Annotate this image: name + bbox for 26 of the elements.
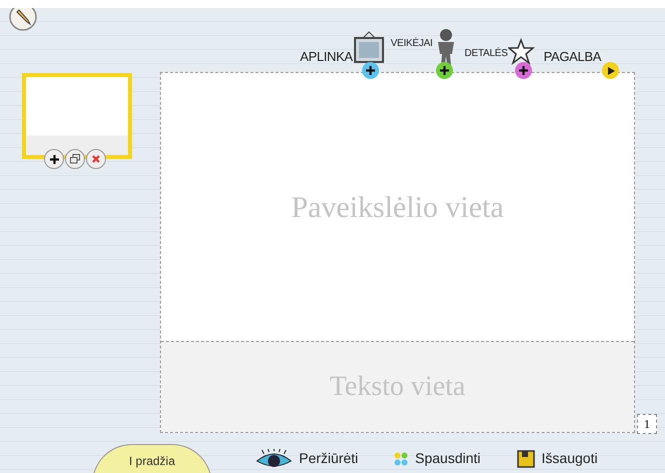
delete-slide-button[interactable] xyxy=(86,149,106,169)
add-button[interactable] xyxy=(436,62,453,79)
duplicate-slide-button[interactable] xyxy=(65,149,85,169)
save-button[interactable]: Išsaugoti xyxy=(516,448,598,469)
print-button[interactable]: Spausdinti xyxy=(394,448,481,469)
dots-icon xyxy=(394,452,408,466)
nav-link[interactable]: VEIKĖJAI xyxy=(390,36,433,51)
preview-button[interactable]: Peržiūrėti xyxy=(256,448,358,469)
plus-icon xyxy=(518,66,528,75)
page-number: 1 xyxy=(637,414,657,434)
plus-icon xyxy=(366,66,375,75)
plus-icon xyxy=(50,154,58,164)
nav-link[interactable]: APLINKA xyxy=(300,46,353,66)
picture-frame-icon[interactable] xyxy=(352,30,385,66)
close-icon xyxy=(92,155,100,163)
nav-link[interactable]: DETALĖS xyxy=(464,46,508,61)
eye-icon xyxy=(256,448,292,468)
add-slide-button[interactable] xyxy=(44,149,64,169)
plus-icon xyxy=(440,66,449,75)
play-button[interactable] xyxy=(602,62,620,79)
home-button[interactable]: I pradžia xyxy=(92,444,212,473)
nav-link[interactable]: PAGALBA xyxy=(544,46,602,66)
slide-thumbnail[interactable] xyxy=(22,73,132,159)
pencil-icon[interactable] xyxy=(8,8,38,32)
play-icon xyxy=(606,66,615,74)
copy-icon xyxy=(70,154,80,164)
